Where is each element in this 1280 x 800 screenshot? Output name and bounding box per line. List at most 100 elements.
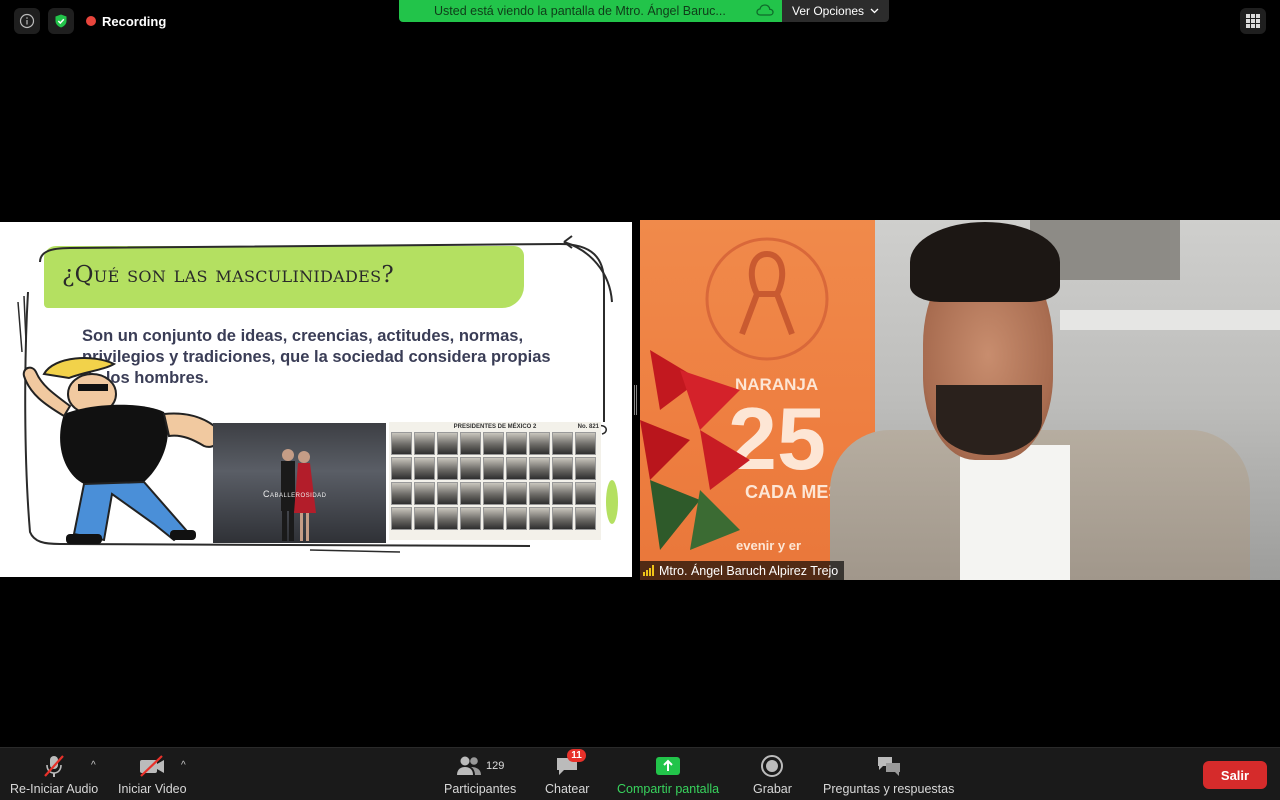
poinsettia-plant <box>640 350 750 550</box>
chivalry-photo: Caballerosidad <box>213 423 386 543</box>
portrait-cell <box>460 507 481 530</box>
portrait-cell <box>506 432 527 455</box>
photo-caption: Caballerosidad <box>263 489 327 499</box>
cloud-icon <box>756 4 774 16</box>
audio-button[interactable]: Re-Iniciar Audio <box>10 753 98 796</box>
portrait-cell <box>414 482 435 505</box>
presidents-portrait-grid <box>391 432 596 530</box>
share-banner-text: Usted está viendo la pantalla de Mtro. Á… <box>434 4 726 18</box>
shared-screen-slide[interactable]: ¿Qué son las masculinidades? Son un conj… <box>0 222 632 577</box>
share-screen-button[interactable]: Compartir pantalla <box>617 753 719 796</box>
share-banner-status: Usted está viendo la pantalla de Mtro. Á… <box>399 0 782 22</box>
portrait-cell <box>460 432 481 455</box>
shield-check-icon <box>55 14 67 28</box>
portrait-cell <box>506 482 527 505</box>
qa-icon-wrap <box>876 753 902 779</box>
portrait-cell <box>483 482 504 505</box>
portrait-cell <box>483 457 504 480</box>
portrait-cell <box>460 482 481 505</box>
qa-button[interactable]: Preguntas y respuestas <box>823 753 954 796</box>
portrait-cell <box>414 457 435 480</box>
cartoon-character-illustration <box>22 357 222 544</box>
mic-muted-icon <box>41 753 67 779</box>
portrait-cell <box>529 507 550 530</box>
gallery-view-button[interactable] <box>1240 8 1266 34</box>
participants-button[interactable]: 129 Participantes <box>444 753 516 796</box>
portrait-cell <box>391 507 412 530</box>
people-icon <box>456 756 481 775</box>
audio-button-label: Re-Iniciar Audio <box>10 782 99 796</box>
portrait-cell <box>437 457 458 480</box>
view-options-button[interactable]: Ver Opciones <box>782 0 890 22</box>
portrait-cell <box>414 432 435 455</box>
record-icon <box>761 755 784 777</box>
meeting-info-button[interactable] <box>14 8 40 34</box>
participant-name-tag: Mtro. Ángel Baruch Alpirez Trejo <box>640 561 845 580</box>
record-button[interactable]: Grabar <box>753 753 792 796</box>
share-banner: Usted está viendo la pantalla de Mtro. Á… <box>399 0 890 22</box>
speaker-hair <box>910 222 1060 302</box>
share-screen-label: Compartir pantalla <box>617 782 720 796</box>
top-left-controls: Recording <box>14 8 166 34</box>
chat-button-label: Chatear <box>545 782 590 796</box>
portrait-cell <box>483 507 504 530</box>
video-options-caret[interactable]: ^ <box>181 760 186 771</box>
presidents-chart-image: PRESIDENTES DE MÉXICO 2 No. 821 <box>389 422 601 540</box>
leave-meeting-button[interactable]: Salir <box>1203 761 1267 789</box>
record-icon-wrap <box>760 753 784 779</box>
speaker-shirt <box>960 445 1070 580</box>
participants-count: 129 <box>485 760 505 772</box>
portrait-cell <box>483 432 504 455</box>
record-button-label: Grabar <box>753 782 792 796</box>
participants-button-label: Participantes <box>444 782 517 796</box>
view-options-label: Ver Opciones <box>792 4 865 18</box>
slide-title: ¿Qué son las masculinidades? <box>62 262 394 288</box>
chevron-down-icon <box>870 8 879 14</box>
recording-dot-icon <box>86 16 96 26</box>
participants-icon-group: 129 <box>456 753 504 779</box>
portrait-cell <box>506 507 527 530</box>
wall-shelf <box>1060 310 1280 330</box>
portrait-cell <box>575 457 596 480</box>
signal-strength-icon <box>643 565 654 576</box>
share-screen-icon <box>656 757 681 775</box>
portrait-cell <box>575 482 596 505</box>
chat-unread-badge: 11 <box>567 749 586 762</box>
security-button[interactable] <box>48 8 74 34</box>
info-icon <box>19 13 35 29</box>
chat-icon-wrap: 11 <box>555 749 586 779</box>
portrait-cell <box>575 507 596 530</box>
portrait-cell <box>552 432 573 455</box>
portrait-cell <box>437 482 458 505</box>
chat-button[interactable]: 11 Chatear <box>545 749 590 796</box>
portrait-cell <box>391 432 412 455</box>
qa-bubbles-icon <box>877 757 900 776</box>
portrait-cell <box>552 482 573 505</box>
video-button[interactable]: Iniciar Video <box>118 753 187 796</box>
participant-name: Mtro. Ángel Baruch Alpirez Trejo <box>659 563 839 578</box>
qa-button-label: Preguntas y respuestas <box>823 782 955 796</box>
recording-indicator[interactable]: Recording <box>86 14 166 29</box>
portrait-cell <box>552 507 573 530</box>
presidents-chart-number: No. 821 <box>577 424 599 430</box>
portrait-cell <box>529 482 550 505</box>
portrait-cell <box>529 432 550 455</box>
portrait-cell <box>414 507 435 530</box>
portrait-cell <box>529 457 550 480</box>
portrait-cell <box>575 432 596 455</box>
split-view-divider[interactable] <box>634 385 637 415</box>
speaker-beard <box>936 385 1042 455</box>
audio-options-caret[interactable]: ^ <box>91 760 96 771</box>
video-button-label: Iniciar Video <box>118 782 187 796</box>
portrait-cell <box>391 482 412 505</box>
share-screen-icon-wrap <box>655 753 681 779</box>
presidents-chart-title: PRESIDENTES DE MÉXICO 2 <box>453 424 537 430</box>
recording-label: Recording <box>102 13 167 29</box>
portrait-cell <box>391 457 412 480</box>
grid-icon <box>1246 14 1260 28</box>
portrait-cell <box>552 457 573 480</box>
portrait-cell <box>506 457 527 480</box>
meeting-toolbar: Re-Iniciar Audio ^ Iniciar Video ^ 129 P… <box>0 747 1280 800</box>
speaker-video-tile[interactable]: NARANJA 25 CADA MES evenir y er <box>640 220 1280 580</box>
portrait-cell <box>460 457 481 480</box>
